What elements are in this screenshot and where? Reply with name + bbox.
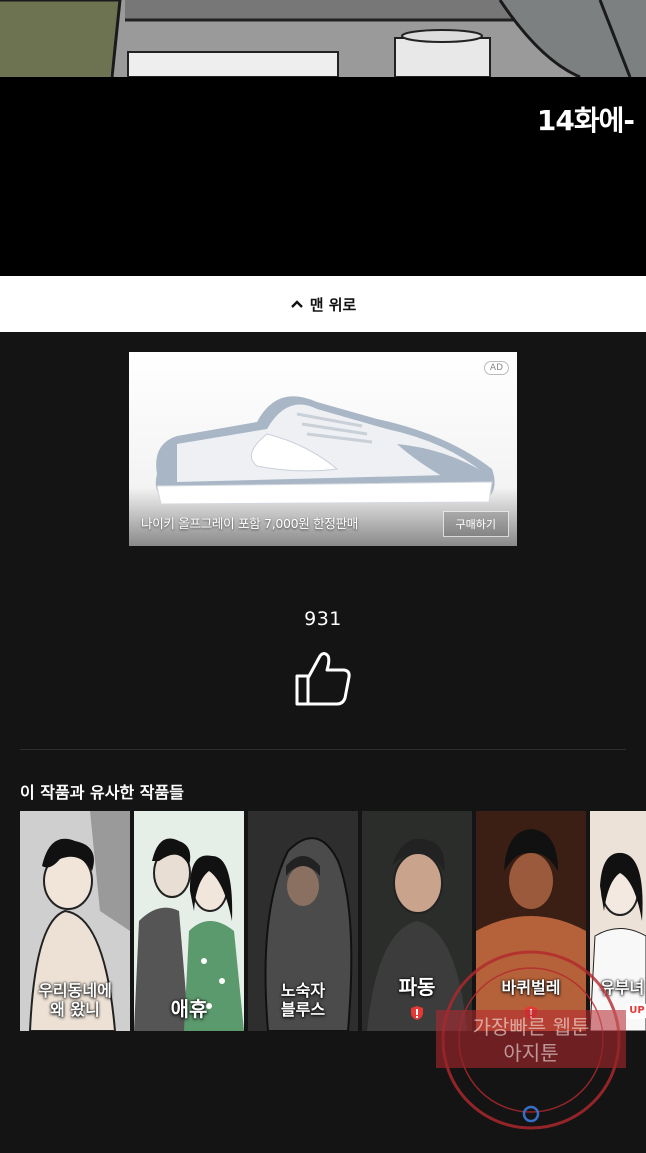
- back-to-top-button[interactable]: 맨 위로: [0, 276, 646, 332]
- watermark-line2: 아지툰: [503, 1041, 558, 1065]
- ad-banner[interactable]: AD 나이키 올프그레이 포함 7,000원 한정판매 구매하기: [129, 352, 517, 546]
- chevron-up-icon: [290, 297, 304, 311]
- warning-badge-icon: [411, 1006, 423, 1020]
- ad-badge: AD: [483, 361, 509, 375]
- like-count: 931: [304, 608, 342, 630]
- similar-work-title: 애휴: [170, 997, 208, 1021]
- similar-work-card[interactable]: 애휴: [134, 811, 244, 1031]
- similar-work-title: 우리동네에 왜 왔니: [38, 981, 112, 1019]
- similar-work-title: 노숙자 블루스: [280, 981, 326, 1019]
- comic-panel-top: [0, 0, 646, 77]
- section-divider: [20, 749, 626, 750]
- similar-works-title: 이 작품과 유사한 작품들: [20, 783, 184, 802]
- watermark-stamp: 가장빠른 웹툰 아지툰: [436, 950, 626, 1130]
- sneaker-image: [155, 396, 495, 505]
- comic-panel-black: 14화에-: [0, 77, 646, 276]
- comic-panel-art: [0, 0, 646, 77]
- like-button[interactable]: [294, 648, 352, 708]
- ad-text: 나이키 올프그레이 포함 7,000원 한정판매: [141, 516, 358, 531]
- similar-work-card[interactable]: 노숙자 블루스: [248, 811, 358, 1031]
- back-to-top-label: 맨 위로: [309, 295, 357, 314]
- episode-caption: 14화에-: [536, 104, 635, 137]
- ad-buy-button[interactable]: 구매하기: [442, 511, 509, 537]
- similar-work-card[interactable]: 우리동네에 왜 왔니: [20, 811, 130, 1031]
- up-badge: UP: [624, 1003, 646, 1019]
- thumbs-up-icon: [295, 652, 351, 706]
- watermark-line1: 가장빠른 웹툰: [473, 1015, 590, 1039]
